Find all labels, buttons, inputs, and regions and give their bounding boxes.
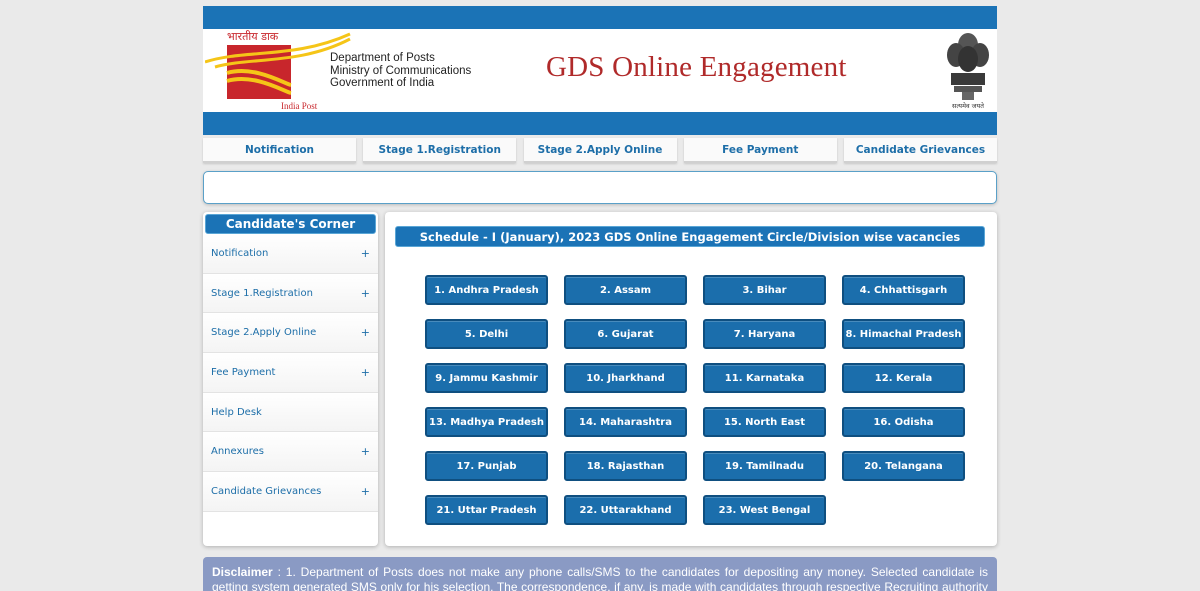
sidebar-item-label: Notification (211, 247, 269, 259)
header-top-stripe (203, 6, 997, 29)
sidebar-title: Candidate's Corner (205, 214, 376, 234)
circle-button-uttarakhand[interactable]: 22. Uttarakhand (564, 495, 687, 525)
sidebar-item-label: Annexures (211, 446, 265, 458)
circle-button-haryana[interactable]: 7. Haryana (703, 319, 826, 349)
candidates-corner-sidebar: Candidate's Corner Notification + Stage … (203, 212, 378, 546)
sidebar-item-label: Fee Payment (211, 366, 276, 378)
dept-line-2: Ministry of Communications (330, 64, 472, 77)
circle-button-tamilnadu[interactable]: 19. Tamilnadu (703, 451, 826, 481)
circle-button-uttar-pradesh[interactable]: 21. Uttar Pradesh (425, 495, 548, 525)
expand-plus-icon[interactable]: + (361, 366, 370, 379)
circle-button-gujarat[interactable]: 6. Gujarat (564, 319, 687, 349)
sidebar-item-label: Help Desk (211, 406, 262, 418)
department-block: Department of Posts Ministry of Communic… (330, 52, 471, 90)
sidebar-item-fee-payment[interactable]: Fee Payment + (203, 353, 378, 393)
disclaimer-box: Disclaimer : 1. Department of Posts does… (203, 557, 997, 591)
sidebar-item-label: Stage 1.Registration (211, 287, 313, 299)
sidebar-item-label: Stage 2.Apply Online (211, 327, 317, 339)
disclaimer-label: Disclaimer (212, 565, 273, 579)
announcement-box (203, 171, 997, 204)
expand-plus-icon[interactable]: + (361, 326, 370, 339)
circle-button-himachal-pradesh[interactable]: 8. Himachal Pradesh (842, 319, 965, 349)
disclaimer-text: : 1. Department of Posts does not make a… (212, 565, 988, 591)
circle-button-kerala[interactable]: 12. Kerala (842, 363, 965, 393)
site-header: भारतीय डाक India Post Department of Post… (203, 29, 997, 112)
header-bottom-stripe (203, 112, 997, 135)
sidebar-item-help-desk[interactable]: Help Desk (203, 392, 378, 433)
circle-button-madhya-pradesh[interactable]: 13. Madhya Pradesh (425, 407, 548, 437)
national-emblem-icon: सत्यमेव जयते (947, 33, 989, 110)
sidebar-item-label: Candidate Grievances (211, 485, 322, 497)
circle-button-karnataka[interactable]: 11. Karnataka (703, 363, 826, 393)
circle-button-north-east[interactable]: 15. North East (703, 407, 826, 437)
dept-line-3: Government of India (330, 77, 435, 89)
circle-button-jharkhand[interactable]: 10. Jharkhand (564, 363, 687, 393)
dept-line-1: Department of Posts (330, 52, 435, 64)
circle-button-west-bengal[interactable]: 23. West Bengal (703, 495, 826, 525)
circle-button-delhi[interactable]: 5. Delhi (425, 319, 548, 349)
circle-button-rajasthan[interactable]: 18. Rajasthan (564, 451, 687, 481)
nav-stage2-apply-online[interactable]: Stage 2.Apply Online (523, 138, 677, 163)
nav-candidate-grievances[interactable]: Candidate Grievances (844, 138, 997, 163)
circle-button-bihar[interactable]: 3. Bihar (703, 275, 826, 305)
circle-button-punjab[interactable]: 17. Punjab (425, 451, 548, 481)
expand-plus-icon[interactable]: + (361, 485, 370, 498)
circle-button-odisha[interactable]: 16. Odisha (842, 407, 965, 437)
logo-hindi-text: भारतीय डाक (227, 30, 279, 43)
sidebar-item-stage1-registration[interactable]: Stage 1.Registration + (203, 273, 378, 314)
sidebar-item-notification[interactable]: Notification + (203, 234, 378, 274)
sidebar-item-annexures[interactable]: Annexures + (203, 432, 378, 473)
nav-notification[interactable]: Notification (203, 138, 356, 163)
circle-button-andhra-pradesh[interactable]: 1. Andhra Pradesh (425, 275, 548, 305)
expand-plus-icon[interactable]: + (361, 247, 370, 260)
site-title: GDS Online Engagement (546, 51, 847, 83)
circle-button-maharashtra[interactable]: 14. Maharashtra (564, 407, 687, 437)
circle-button-grid: 1. Andhra Pradesh 2. Assam 3. Bihar 4. C… (425, 275, 965, 525)
sidebar-item-candidate-grievances[interactable]: Candidate Grievances + (203, 472, 378, 512)
vacancies-panel: Schedule - I (January), 2023 GDS Online … (385, 212, 997, 546)
expand-plus-icon[interactable]: + (361, 287, 370, 300)
top-navigation: Notification Stage 1.Registration Stage … (203, 138, 997, 163)
circle-button-jammu-kashmir[interactable]: 9. Jammu Kashmir (425, 363, 548, 393)
circle-button-assam[interactable]: 2. Assam (564, 275, 687, 305)
nav-stage1-registration[interactable]: Stage 1.Registration (363, 138, 517, 163)
page-wrapper: भारतीय डाक India Post Department of Post… (203, 6, 997, 548)
expand-plus-icon[interactable]: + (361, 445, 370, 458)
circle-button-telangana[interactable]: 20. Telangana (842, 451, 965, 481)
logo-caption: India Post (281, 101, 318, 111)
vacancies-heading: Schedule - I (January), 2023 GDS Online … (395, 226, 985, 247)
emblem-caption: सत्यमेव जयते (952, 102, 984, 110)
nav-fee-payment[interactable]: Fee Payment (683, 138, 837, 163)
circle-button-chhattisgarh[interactable]: 4. Chhattisgarh (842, 275, 965, 305)
main-area: Candidate's Corner Notification + Stage … (203, 212, 997, 548)
sidebar-item-stage2-apply-online[interactable]: Stage 2.Apply Online + (203, 313, 378, 354)
